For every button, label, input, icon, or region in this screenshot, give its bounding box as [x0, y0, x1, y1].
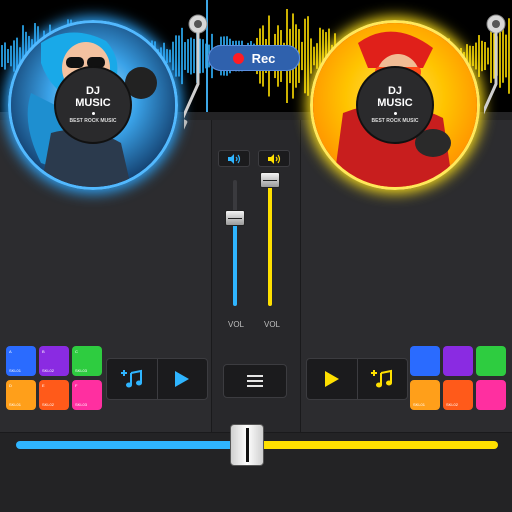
pad-sublabel: SKL01 — [9, 401, 22, 407]
turntable-right[interactable]: DJ MUSIC BEST ROCK MUSIC — [310, 20, 480, 190]
crossfader-knob[interactable] — [230, 424, 264, 466]
volume-slider-right[interactable] — [260, 172, 280, 306]
add-music-button-left[interactable] — [107, 359, 157, 399]
music-note-add-icon — [120, 369, 142, 388]
disc-title-line1: DJ — [85, 85, 101, 97]
disc-label-left: DJ MUSIC BEST ROCK MUSIC — [54, 66, 132, 144]
sample-pad[interactable]: C SKL03 — [72, 346, 102, 376]
disc-label-right: DJ MUSIC BEST ROCK MUSIC — [356, 66, 434, 144]
sample-pad[interactable] — [476, 379, 506, 410]
play-icon — [175, 371, 190, 387]
sample-pad[interactable]: E SKL02 — [39, 379, 69, 410]
disc-subtitle: BEST ROCK MUSIC — [69, 118, 117, 124]
sample-pad[interactable] — [476, 346, 506, 376]
speaker-icon — [228, 153, 241, 164]
volume-fill-right — [268, 180, 272, 306]
pad-label: E — [42, 382, 45, 388]
pad-label: A — [9, 349, 12, 354]
disc-subtitle: BEST ROCK MUSIC — [371, 118, 419, 124]
sample-pads-left: A SKL01 B SKL02 C SKL03 D SKL01 E SKL02 F SKL03 — [6, 346, 102, 410]
pad-sublabel: SKL02 — [42, 368, 55, 373]
disc-title-line1: DJ — [387, 85, 403, 97]
speaker-icon — [268, 153, 281, 164]
crossfader-track-right[interactable] — [252, 441, 498, 449]
sample-pad[interactable]: D SKL01 — [6, 379, 36, 410]
volume-knob-right[interactable] — [260, 172, 280, 188]
sample-pad[interactable]: B SKL02 — [39, 346, 69, 376]
disc-title-line2: MUSIC — [75, 97, 111, 109]
play-icon — [324, 371, 339, 387]
sample-pad[interactable]: SKL01 — [410, 379, 440, 410]
mute-toggle-right[interactable] — [258, 150, 290, 167]
mute-toggle-left[interactable] — [218, 150, 250, 167]
add-music-button-right[interactable] — [356, 359, 408, 399]
tonearm-left-icon[interactable] — [170, 14, 210, 149]
record-button[interactable]: Rec — [208, 45, 300, 71]
pad-label: B — [42, 349, 45, 354]
pad-sublabel: SKL01 — [9, 368, 22, 373]
crossfader-track-left[interactable] — [16, 441, 242, 449]
play-button-left[interactable] — [156, 359, 208, 399]
tonearm-right-icon[interactable] — [476, 14, 510, 149]
play-button-right[interactable] — [307, 359, 357, 399]
sample-pad[interactable] — [410, 346, 440, 376]
dj-mixer-app: Rec DJ MUSIC BEST ROCK MUSIC DJ MUSIC BE… — [0, 0, 512, 512]
disc-dot — [91, 112, 95, 115]
volume-label-left: VOL — [228, 320, 245, 329]
turntable-left[interactable]: DJ MUSIC BEST ROCK MUSIC — [8, 20, 178, 190]
record-dot-icon — [232, 52, 244, 64]
volume-knob-left[interactable] — [225, 210, 245, 226]
sample-pads-right: SKL01 SKL02 — [410, 346, 506, 410]
pad-sublabel: SKL02 — [446, 401, 459, 407]
pad-sublabel: SKL01 — [413, 401, 426, 407]
volume-slider-left[interactable] — [225, 180, 245, 306]
transport-left — [106, 358, 208, 400]
volume-label-right: VOL — [264, 320, 281, 329]
sample-pad[interactable]: A SKL01 — [6, 346, 36, 376]
pad-label: D — [9, 382, 12, 388]
disc-title-line2: MUSIC — [377, 97, 413, 109]
pad-sublabel: SKL03 — [75, 401, 88, 407]
music-note-add-icon — [371, 369, 393, 388]
pad-label: F — [75, 382, 78, 388]
pad-label: C — [75, 349, 78, 354]
volume-fill-left — [233, 218, 237, 306]
disc-dot — [393, 112, 397, 115]
sample-pad[interactable] — [443, 346, 473, 376]
transport-right — [306, 358, 408, 400]
pad-sublabel: SKL02 — [42, 401, 55, 407]
record-label: Rec — [251, 50, 276, 66]
sample-pad[interactable]: F SKL03 — [72, 379, 102, 410]
sample-pad[interactable]: SKL02 — [443, 379, 473, 410]
pad-sublabel: SKL03 — [75, 368, 88, 373]
hamburger-menu-icon — [247, 375, 263, 387]
menu-button[interactable] — [223, 364, 287, 398]
